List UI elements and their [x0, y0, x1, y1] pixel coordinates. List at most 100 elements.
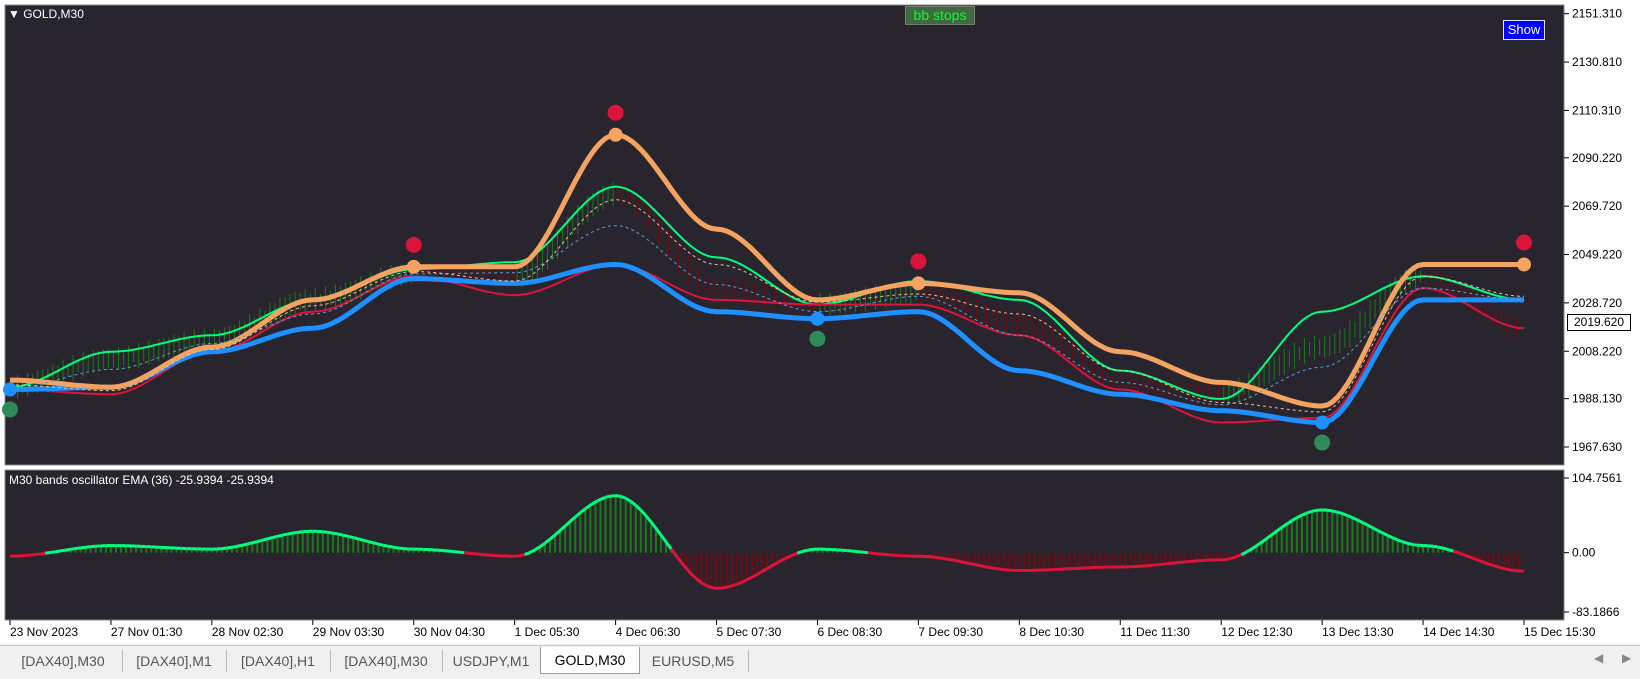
symbol-label: ▼ GOLD,M30: [8, 7, 84, 21]
oscillator-line-segment: [30, 555, 35, 556]
oscillator-line-segment: [939, 558, 944, 559]
oscillator-line-segment: [449, 551, 454, 552]
chart-canvas[interactable]: 2151.3102130.8102110.3102090.2202069.720…: [0, 0, 1640, 644]
oscillator-line-segment: [969, 563, 974, 564]
indicator-axis-label: -83.1866: [1572, 605, 1620, 619]
tab--dax40-m30[interactable]: [DAX40],M30: [4, 650, 123, 672]
price-axis-label: 2090.220: [1572, 151, 1622, 165]
oscillator-line-segment: [328, 532, 333, 533]
price-axis-label: 1967.630: [1572, 440, 1622, 454]
oscillator-line-segment: [343, 535, 348, 536]
oscillator-line-segment: [66, 549, 71, 550]
oscillator-line-segment: [50, 552, 55, 553]
tab-usdjpy-m1[interactable]: USDJPY,M1: [442, 650, 541, 672]
oscillator-line-segment: [606, 496, 611, 497]
indicator-label: M30 bands oscillator EMA (36) -25.9394 -…: [9, 473, 274, 487]
oscillator-line-segment: [1312, 510, 1317, 511]
oscillator-line-segment: [459, 552, 464, 553]
oscillator-line-segment: [1484, 562, 1489, 564]
time-axis-label: 12 Dec 12:30: [1221, 625, 1293, 639]
oscillator-line-segment: [1166, 563, 1171, 564]
short-signal-dot: [407, 260, 421, 274]
oscillator-line-segment: [742, 580, 747, 582]
oscillator-line-segment: [1428, 546, 1433, 547]
buy-arrow-icon: [809, 331, 825, 347]
oscillator-line-segment: [293, 532, 298, 533]
price-axis-label: 2028.720: [1572, 296, 1622, 310]
oscillator-line-segment: [974, 564, 979, 565]
time-axis-label: 15 Dec 15:30: [1524, 625, 1596, 639]
oscillator-line-segment: [474, 554, 479, 555]
oscillator-line-segment: [222, 548, 227, 549]
scroll-right-icon[interactable]: ▶: [1622, 651, 1631, 665]
oscillator-line-segment: [1398, 540, 1403, 542]
oscillator-line-segment: [1347, 515, 1352, 517]
oscillator-line-segment: [1332, 511, 1337, 512]
sell-arrow-icon: [608, 105, 624, 121]
collapse-triangle-icon[interactable]: ▼: [8, 7, 23, 21]
oscillator-line-segment: [353, 538, 358, 539]
oscillator-line-segment: [1352, 518, 1357, 520]
oscillator-line-segment: [40, 553, 45, 554]
time-axis-label: 11 Dec 11:30: [1120, 625, 1190, 639]
time-axis-label: 29 Nov 03:30: [313, 625, 385, 639]
tab--dax40-m1[interactable]: [DAX40],M1: [122, 650, 227, 672]
oscillator-line-segment: [1453, 551, 1458, 553]
oscillator-line-segment: [272, 536, 277, 537]
tab--dax40-h1[interactable]: [DAX40],H1: [226, 650, 331, 672]
oscillator-line-segment: [1393, 538, 1398, 540]
oscillator-line-segment: [55, 551, 60, 552]
chart-window[interactable]: 2151.3102130.8102110.3102090.2202069.720…: [0, 0, 1640, 644]
oscillator-line-segment: [878, 554, 883, 555]
indicator-axis-label: 104.7561: [1572, 471, 1622, 485]
oscillator-line-segment: [873, 553, 878, 554]
oscillator-line-segment: [868, 553, 873, 554]
time-axis-label: 1 Dec 05:30: [515, 625, 580, 639]
oscillator-line-segment: [1479, 560, 1484, 562]
oscillator-line-segment: [1499, 567, 1504, 568]
oscillator-line-segment: [727, 586, 732, 587]
oscillator-line-segment: [1438, 547, 1443, 548]
price-axis-label: 1988.130: [1572, 392, 1622, 406]
symbol-text: GOLD,M30: [23, 7, 84, 21]
oscillator-line-segment: [792, 553, 797, 555]
oscillator-line-segment: [934, 557, 939, 558]
oscillator-line-segment: [989, 567, 994, 568]
tab-gold-m30[interactable]: GOLD,M30: [540, 647, 640, 674]
oscillator-line-segment: [722, 587, 727, 588]
oscillator-line-segment: [1494, 566, 1499, 568]
oscillator-line-segment: [1443, 548, 1448, 549]
oscillator-line-segment: [348, 536, 353, 537]
oscillator-line-segment: [711, 588, 716, 589]
oscillator-line-segment: [60, 550, 65, 551]
time-axis-label: 14 Dec 14:30: [1423, 625, 1495, 639]
oscillator-line-segment: [323, 532, 328, 533]
oscillator-line-segment: [944, 558, 949, 559]
oscillator-line-segment: [283, 534, 288, 535]
time-axis-label: 28 Nov 02:30: [212, 625, 284, 639]
oscillator-line-segment: [373, 543, 378, 544]
show-button[interactable]: Show: [1503, 20, 1545, 40]
oscillator-line-segment: [237, 545, 242, 546]
oscillator-line-segment: [81, 547, 86, 548]
tab-eurusd-m5[interactable]: EURUSD,M5: [638, 650, 749, 672]
oscillator-line-segment: [1458, 553, 1463, 555]
oscillator-line-segment: [378, 544, 383, 545]
oscillator-line-segment: [86, 547, 91, 548]
bb-stops-label[interactable]: bb stops: [905, 6, 975, 25]
oscillator-line-segment: [1171, 563, 1176, 564]
tab--dax40-m30[interactable]: [DAX40],M30: [330, 650, 443, 672]
oscillator-line-segment: [464, 553, 469, 554]
oscillator-line-segment: [1474, 558, 1479, 560]
indicator-axis-label: 0.00: [1572, 546, 1596, 560]
oscillator-line-segment: [333, 533, 338, 534]
oscillator-line-segment: [732, 584, 737, 586]
time-axis-label: 7 Dec 09:30: [918, 625, 983, 639]
oscillator-line-segment: [1388, 536, 1393, 538]
oscillator-line-segment: [1226, 558, 1231, 559]
oscillator-line-segment: [1302, 513, 1307, 515]
oscillator-line-segment: [358, 539, 363, 540]
scroll-left-icon[interactable]: ◀: [1594, 651, 1603, 665]
oscillator-line-segment: [298, 532, 303, 533]
oscillator-line-segment: [338, 534, 343, 535]
